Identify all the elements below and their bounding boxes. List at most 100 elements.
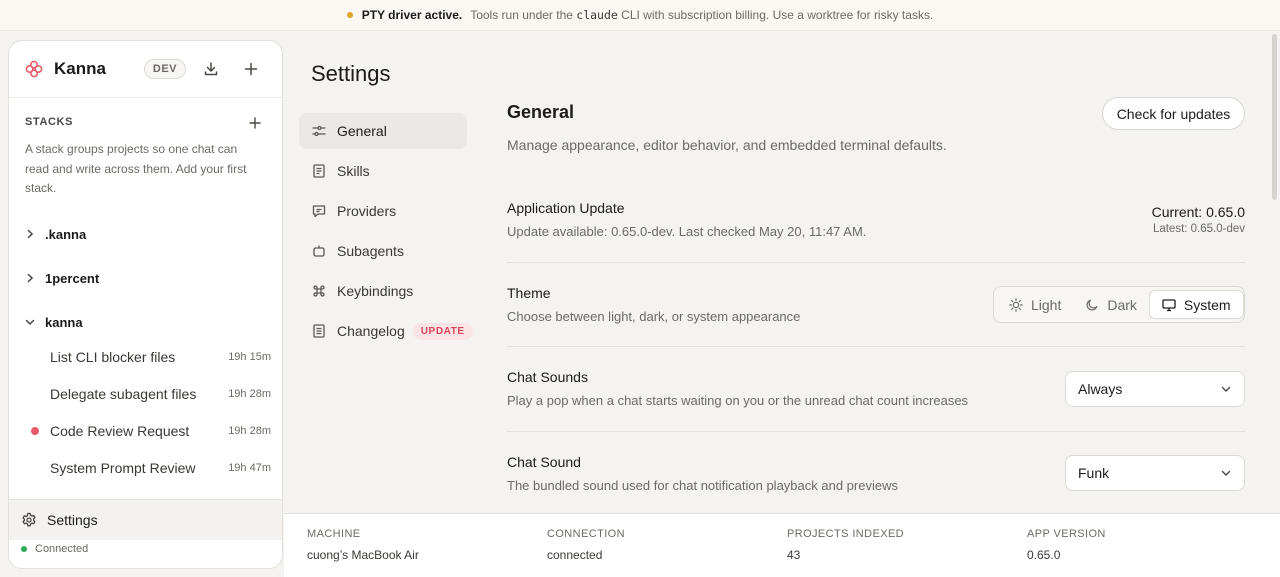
download-button[interactable] bbox=[196, 54, 226, 84]
theme-option-label: Light bbox=[1031, 296, 1062, 313]
chat-bubble-icon bbox=[312, 204, 326, 218]
sidebar-settings-button[interactable]: Settings bbox=[9, 499, 282, 540]
theme-option-system[interactable]: System bbox=[1148, 290, 1244, 319]
chat-time: 19h 28m bbox=[228, 388, 271, 400]
row-description: Update available: 0.65.0-dev. Last check… bbox=[507, 224, 867, 239]
add-stack-button[interactable] bbox=[246, 114, 264, 132]
banner-strong: PTY driver active. bbox=[361, 8, 463, 22]
current-version: Current: 0.65.0 bbox=[1151, 204, 1245, 220]
theme-segmented-control: Light Dark System bbox=[993, 286, 1245, 323]
row-title: Theme bbox=[507, 285, 551, 301]
chat-item[interactable]: Delegate subagent files 19h 28m bbox=[25, 380, 271, 408]
theme-option-label: System bbox=[1183, 296, 1231, 313]
row-description: The bundled sound used for chat notifica… bbox=[507, 478, 898, 493]
section-title: General bbox=[507, 102, 575, 122]
banner-text-before: Tools run under the bbox=[470, 8, 573, 22]
plus-icon bbox=[249, 117, 261, 129]
select-value: Always bbox=[1078, 381, 1123, 397]
banner-text-after: CLI with subscription billing. Use a wor… bbox=[621, 8, 934, 22]
book-icon bbox=[312, 164, 326, 178]
theme-option-dark[interactable]: Dark bbox=[1073, 290, 1149, 319]
moon-icon bbox=[1085, 298, 1099, 312]
unread-dot bbox=[31, 427, 39, 435]
chat-item[interactable]: Code Review Request 19h 28m bbox=[25, 417, 271, 445]
footer-projects: PROJECTS INDEXED 43 bbox=[787, 528, 904, 562]
check-updates-button[interactable]: Check for updates bbox=[1102, 97, 1245, 130]
update-badge: UPDATE bbox=[412, 322, 473, 340]
sidebar-header: Kanna DEV bbox=[9, 41, 282, 98]
plus-icon bbox=[244, 62, 258, 76]
latest-version: Latest: 0.65.0-dev bbox=[1152, 223, 1245, 235]
footer-value: 0.65.0 bbox=[1027, 548, 1061, 562]
brand-name: Kanna bbox=[54, 59, 106, 78]
chat-item[interactable]: System Prompt Review 19h 47m bbox=[25, 454, 271, 482]
row-description: Play a pop when a chat starts waiting on… bbox=[507, 393, 969, 408]
command-icon bbox=[312, 284, 326, 298]
status-footer: MACHINE cuong’s MacBook Air CONNECTION c… bbox=[284, 513, 1280, 577]
top-banner: PTY driver active. Tools run under the c… bbox=[0, 0, 1280, 31]
chat-time: 19h 15m bbox=[228, 351, 271, 363]
monitor-icon bbox=[1162, 298, 1176, 312]
nav-label: Skills bbox=[337, 163, 370, 179]
chat-sounds-select[interactable]: Always bbox=[1065, 371, 1245, 407]
stacks-title: STACKS bbox=[25, 116, 74, 128]
banner-code: claude bbox=[576, 8, 618, 22]
footer-machine: MACHINE cuong’s MacBook Air bbox=[307, 528, 419, 562]
sun-icon bbox=[1009, 297, 1023, 312]
download-icon bbox=[204, 62, 218, 76]
chat-label: Code Review Request bbox=[50, 423, 190, 439]
chat-time: 19h 47m bbox=[228, 462, 271, 474]
row-title: Chat Sound bbox=[507, 454, 581, 470]
flower-logo-icon bbox=[25, 60, 43, 78]
footer-value: connected bbox=[547, 548, 603, 562]
footer-label: CONNECTION bbox=[547, 528, 625, 540]
settings-nav-providers[interactable]: Providers bbox=[299, 193, 467, 229]
robot-icon bbox=[312, 244, 326, 258]
footer-connection: CONNECTION connected bbox=[547, 528, 625, 562]
chat-label: Delegate subagent files bbox=[50, 386, 197, 402]
project-group-kanna[interactable]: kanna bbox=[25, 313, 83, 331]
group-label: .kanna bbox=[45, 226, 87, 242]
settings-nav-skills[interactable]: Skills bbox=[299, 153, 467, 189]
nav-label: Providers bbox=[337, 203, 397, 219]
chat-sound-select[interactable]: Funk bbox=[1065, 455, 1245, 491]
theme-option-light[interactable]: Light bbox=[997, 290, 1073, 319]
footer-label: MACHINE bbox=[307, 528, 361, 540]
chevron-down-icon bbox=[1220, 383, 1232, 395]
settings-nav-general[interactable]: General bbox=[299, 113, 467, 149]
section-description: Manage appearance, editor behavior, and … bbox=[507, 137, 947, 153]
settings-nav-keybindings[interactable]: Keybindings bbox=[299, 273, 467, 309]
project-group-1percent[interactable]: 1percent bbox=[25, 269, 99, 287]
status-dot bbox=[21, 546, 27, 552]
application-update-row: Application Update Update available: 0.6… bbox=[507, 196, 1245, 263]
footer-label: PROJECTS INDEXED bbox=[787, 528, 905, 540]
settings-label: Settings bbox=[47, 512, 98, 528]
document-icon bbox=[312, 324, 326, 338]
chevron-down-icon bbox=[1220, 467, 1232, 479]
page-title: Settings bbox=[311, 61, 391, 86]
nav-label: Subagents bbox=[337, 243, 404, 259]
settings-nav-subagents[interactable]: Subagents bbox=[299, 233, 467, 269]
project-group-dotkanna[interactable]: .kanna bbox=[25, 225, 86, 243]
chat-item[interactable]: List CLI blocker files 19h 15m bbox=[25, 343, 271, 371]
dev-badge: DEV bbox=[143, 59, 186, 79]
stacks-description: A stack groups projects so one chat can … bbox=[25, 142, 247, 195]
sidebar: Kanna DEV STACKS A stack groups projects… bbox=[8, 40, 283, 569]
scrollbar[interactable] bbox=[1272, 34, 1277, 200]
group-label: 1percent bbox=[45, 270, 100, 286]
chevron-right-icon bbox=[25, 229, 39, 239]
settings-nav-changelog[interactable]: Changelog UPDATE bbox=[299, 313, 473, 349]
chat-time: 19h 28m bbox=[228, 425, 271, 437]
nav-label: Keybindings bbox=[337, 283, 414, 299]
chevron-down-icon bbox=[25, 317, 39, 327]
footer-value: 43 bbox=[787, 548, 801, 562]
new-chat-button[interactable] bbox=[236, 54, 266, 84]
status-dot bbox=[346, 12, 353, 18]
footer-value: cuong’s MacBook Air bbox=[307, 548, 419, 562]
chevron-right-icon bbox=[25, 273, 39, 283]
row-title: Application Update bbox=[507, 200, 625, 216]
theme-option-label: Dark bbox=[1107, 296, 1137, 313]
nav-label: Changelog bbox=[337, 323, 405, 339]
footer-version: APP VERSION 0.65.0 bbox=[1027, 528, 1106, 562]
sliders-icon bbox=[312, 124, 326, 138]
